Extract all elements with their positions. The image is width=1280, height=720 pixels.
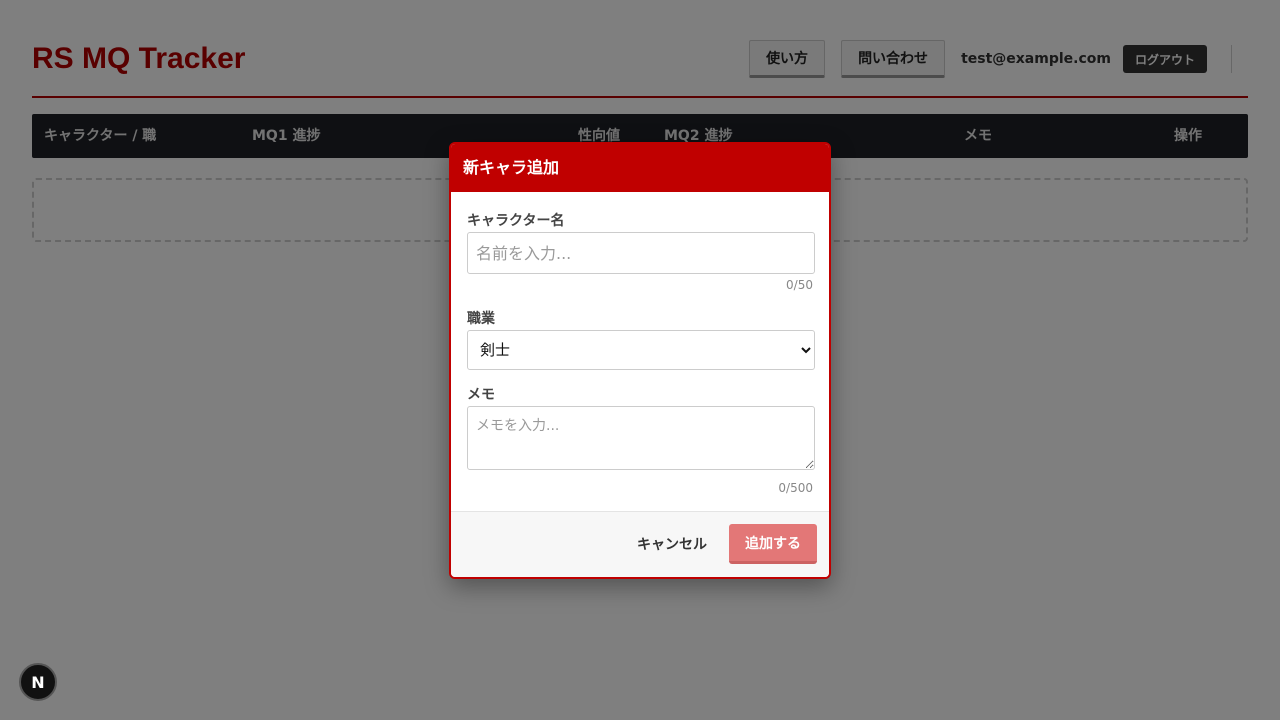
- memo-counter: 0/500: [778, 481, 813, 495]
- character-name-input[interactable]: [467, 232, 815, 274]
- next-logo-icon[interactable]: N: [19, 663, 57, 701]
- memo-textarea[interactable]: [467, 406, 815, 470]
- memo-label: メモ: [467, 387, 495, 403]
- job-select[interactable]: 剣士: [467, 330, 815, 370]
- add-character-dialog: 新キャラ追加 キャラクター名 0/50 職業 剣士 メモ 0/500 キャンセル…: [449, 142, 831, 579]
- add-character-button[interactable]: 追加する: [729, 524, 817, 564]
- character-name-label: キャラクター名: [467, 213, 565, 229]
- job-label: 職業: [467, 311, 495, 327]
- dialog-footer: キャンセル 追加する: [451, 511, 829, 577]
- dialog-title: 新キャラ追加: [451, 144, 829, 192]
- character-name-counter: 0/50: [786, 278, 813, 292]
- cancel-button[interactable]: キャンセル: [637, 534, 707, 554]
- dialog-body: キャラクター名 0/50 職業 剣士 メモ 0/500: [451, 192, 829, 514]
